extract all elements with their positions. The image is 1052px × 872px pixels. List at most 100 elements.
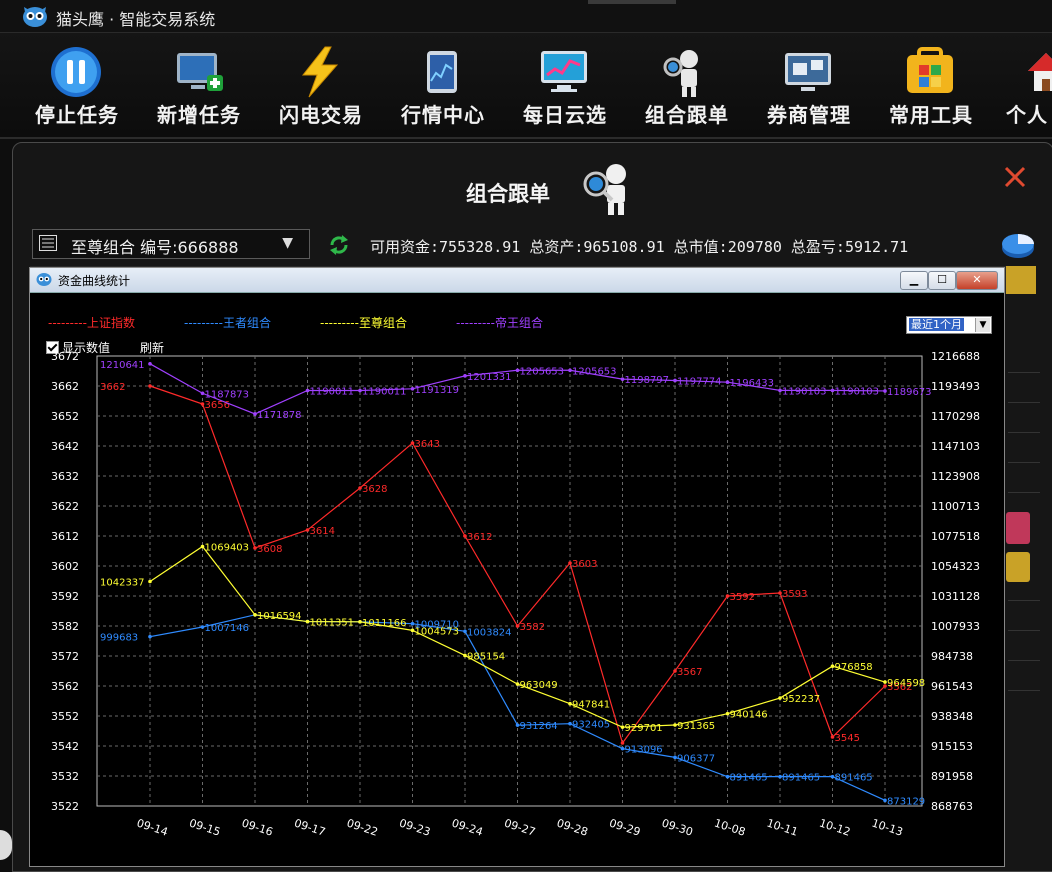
portfolio-follow-icon <box>663 50 698 97</box>
data-label: 929701 <box>625 723 663 734</box>
common-tools-button[interactable]: 常用工具 <box>876 33 986 137</box>
left-axis-tick-label: 3592 <box>51 590 79 603</box>
broker-management-button[interactable]: 券商管理 <box>754 33 864 137</box>
divider <box>1008 600 1040 601</box>
data-label: 891465 <box>782 773 820 784</box>
toolbar-label: 每日云选 <box>523 103 607 127</box>
pie-chart-icon[interactable] <box>1000 228 1036 260</box>
x-axis-tick-label: 09-23 <box>398 816 432 838</box>
right-axis-tick-label: 1054323 <box>931 560 980 573</box>
divider <box>1008 402 1040 403</box>
range-select[interactable]: 最近1个月 ▼ <box>906 316 992 334</box>
x-axis-tick-label: 09-29 <box>608 816 642 838</box>
data-label: 3593 <box>782 589 807 600</box>
right-axis-tick-label: 984738 <box>931 650 973 663</box>
data-label: 1069403 <box>205 542 250 553</box>
portfolio-follow-button[interactable]: 组合跟单 <box>632 33 742 137</box>
toolbar-label: 常用工具 <box>889 103 973 127</box>
data-label: 1189673 <box>887 387 932 398</box>
left-axis-tick-label: 3642 <box>51 440 79 453</box>
left-axis-tick-label: 3602 <box>51 560 79 573</box>
toolbar-label: 个人 <box>1006 103 1048 127</box>
toolbar-separator <box>0 137 1052 139</box>
data-label: 3643 <box>415 439 440 450</box>
data-label: 1004573 <box>415 626 460 637</box>
data-label: 1190103 <box>782 386 827 397</box>
data-label: 3656 <box>205 400 230 411</box>
stop-task-button[interactable]: 停止任务 <box>22 33 132 137</box>
right-axis-tick-label: 1077518 <box>931 530 980 543</box>
account-summary: 可用资金:755328.91 总资产:965108.91 总市值:209780 … <box>370 238 909 256</box>
toolbar-label: 行情中心 <box>401 103 485 127</box>
range-select-value: 最近1个月 <box>909 318 964 331</box>
market-center-button[interactable]: 行情中心 <box>388 33 498 137</box>
maximize-button[interactable]: ☐ <box>928 271 956 290</box>
data-label: 931365 <box>677 721 715 732</box>
data-label: 940146 <box>730 710 768 721</box>
left-axis-tick-label: 3632 <box>51 470 79 483</box>
add-task-icon <box>177 53 223 91</box>
portfolio-select-value: 至尊组合 编号:666888 <box>71 238 239 257</box>
left-axis-tick-label: 3562 <box>51 680 79 693</box>
data-label: 3582 <box>520 622 545 633</box>
x-axis-tick-label: 09-15 <box>188 816 222 838</box>
data-label: 1205653 <box>520 366 565 377</box>
left-axis-tick-label: 3662 <box>51 380 79 393</box>
data-label: 906377 <box>677 753 715 764</box>
data-label: 1205653 <box>572 366 617 377</box>
data-label: 3662 <box>100 382 125 393</box>
lightning-trade-button[interactable]: 闪电交易 <box>266 33 376 137</box>
data-label: 3612 <box>467 532 492 543</box>
chevron-down-icon: ▼ <box>282 235 293 251</box>
x-axis-tick-label: 09-27 <box>503 816 537 838</box>
x-axis-tick-label: 10-11 <box>765 816 799 838</box>
data-point <box>148 362 152 366</box>
divider <box>1008 432 1040 433</box>
daily-cloud-pick-button[interactable]: 每日云选 <box>510 33 620 137</box>
right-axis-tick-label: 1007933 <box>931 620 980 633</box>
close-icon[interactable] <box>1000 162 1030 192</box>
portfolio-select[interactable]: 至尊组合 编号:666888 ▼ <box>32 229 310 259</box>
toolbar-label: 新增任务 <box>157 103 241 127</box>
left-axis-tick-label: 3612 <box>51 530 79 543</box>
right-axis-tick-label: 868763 <box>931 800 973 813</box>
x-axis-tick-label: 09-22 <box>345 816 379 838</box>
floating-help-button[interactable] <box>0 830 12 860</box>
fund-curve-chart: 3672 3662 3652 3642 3632 3622 3612 3602 3592 3582… <box>51 352 980 839</box>
toolbar-label: 券商管理 <box>767 103 851 127</box>
data-label: 3592 <box>730 592 755 603</box>
refresh-icon[interactable] <box>328 234 350 256</box>
dialog-titlebar[interactable]: 资金曲线统计 ▁ ☐ ✕ <box>30 268 1004 293</box>
x-axis-tick-label: 09-30 <box>660 816 694 838</box>
owl-logo-icon <box>23 7 47 27</box>
data-label: 1187873 <box>205 389 250 400</box>
right-axis-tick-label: 938348 <box>931 710 973 723</box>
data-label: 1210641 <box>100 360 145 371</box>
data-label: 1011166 <box>362 618 407 629</box>
pause-icon <box>51 47 101 97</box>
data-label: 1190103 <box>835 386 880 397</box>
chevron-down-icon: ▼ <box>975 318 990 332</box>
list-icon <box>39 235 57 251</box>
right-axis-tick-label: 961543 <box>931 680 973 693</box>
data-label: 1196433 <box>730 378 775 389</box>
minimize-button[interactable]: ▁ <box>900 271 928 290</box>
left-axis-tick-label: 3552 <box>51 710 79 723</box>
data-point <box>148 634 152 639</box>
dialog-close-button[interactable]: ✕ <box>956 271 998 290</box>
data-label: 3603 <box>572 559 597 570</box>
divider <box>1008 462 1040 463</box>
data-label: 1016594 <box>257 611 302 622</box>
data-label: 1171878 <box>257 410 302 421</box>
right-axis-tick-label: 891958 <box>931 770 973 783</box>
personal-button[interactable]: 个人 <box>998 33 1052 137</box>
legend-index: ---------上证指数 <box>48 316 135 330</box>
home-icon <box>1028 53 1052 91</box>
add-task-button[interactable]: 新增任务 <box>144 33 254 137</box>
x-axis-tick-label: 09-24 <box>450 816 484 838</box>
data-label: 963049 <box>520 680 558 691</box>
data-label: 999683 <box>100 633 138 644</box>
data-label: 952237 <box>782 694 820 705</box>
panel-title: 组合跟单 <box>466 182 550 206</box>
portfolio-follow-icon <box>583 164 626 215</box>
